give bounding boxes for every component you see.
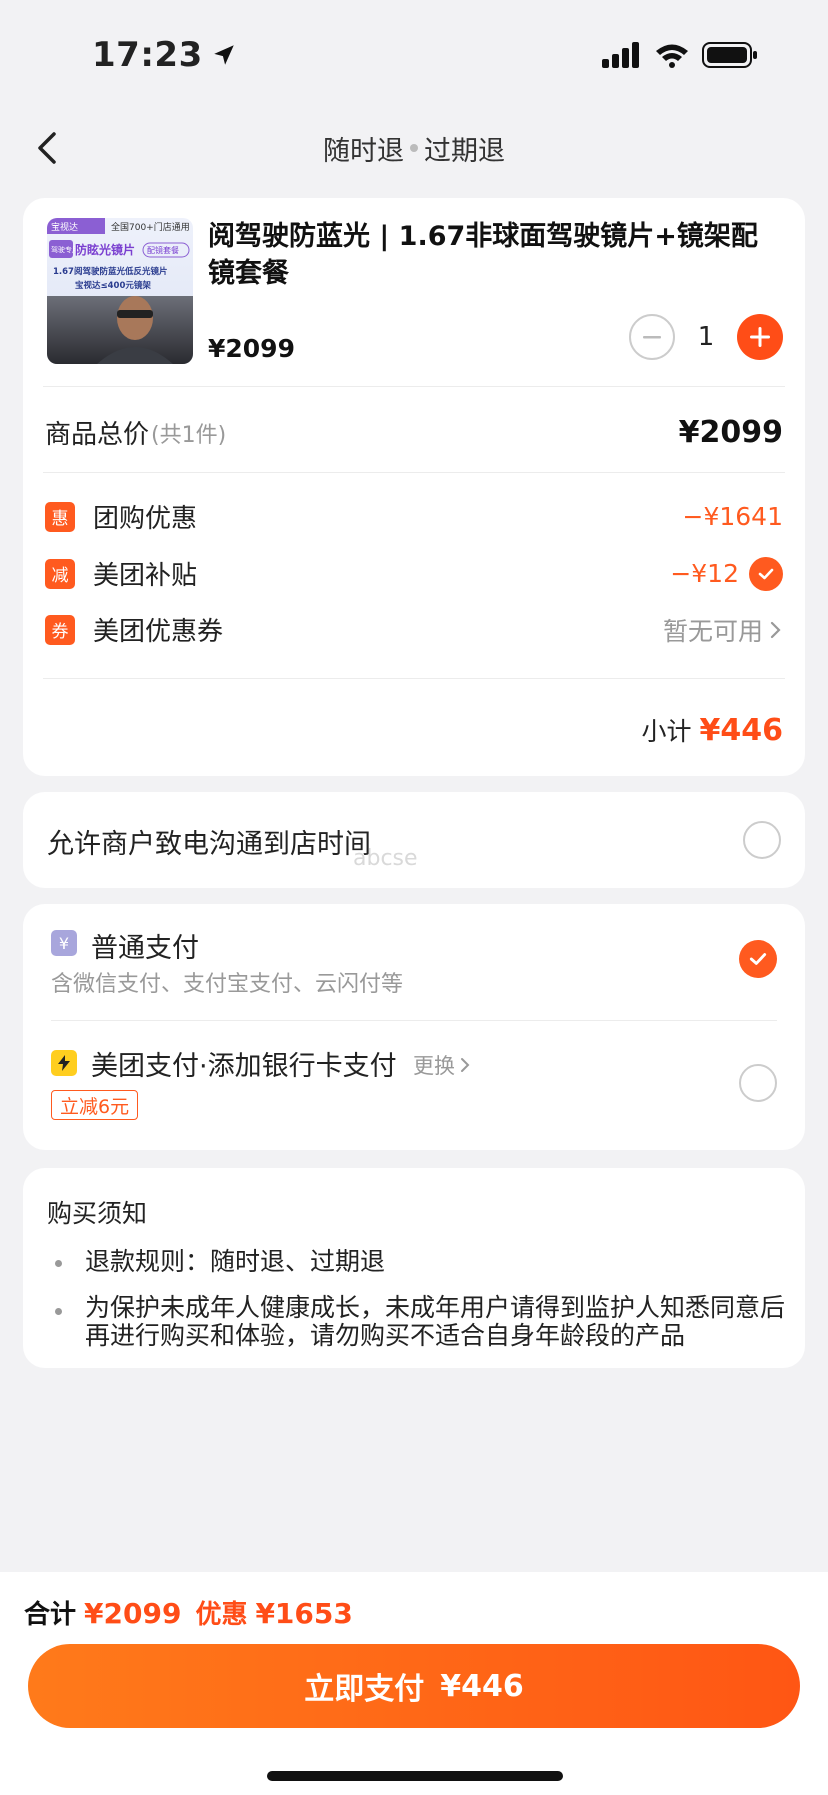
divider bbox=[43, 386, 785, 387]
wifi-icon bbox=[656, 44, 688, 68]
discount-row-subsidy[interactable]: 减 美团补贴 −¥12 bbox=[45, 555, 783, 592]
contact-permission-card[interactable]: 允许商户致电沟通到店时间 abcse bbox=[23, 792, 805, 888]
group-discount-label: 团购优惠 bbox=[93, 504, 198, 534]
summary-total-label: 合计 bbox=[24, 1600, 77, 1630]
purchase-notice-card: 购买须知 退款规则：随时退、过期退 为保护未成年人健康成长，未成年用户请得到监护… bbox=[23, 1168, 805, 1368]
meituan-pay-title[interactable]: 美团支付·添加银行卡支付 bbox=[91, 1044, 397, 1083]
back-icon[interactable] bbox=[28, 128, 68, 168]
contact-permission-radio[interactable] bbox=[743, 821, 781, 859]
summary-discount-label: 优惠 bbox=[195, 1600, 248, 1630]
notice-item: 退款规则：随时退、过期退 bbox=[85, 1247, 386, 1276]
subsidy-label: 美团补贴 bbox=[93, 561, 198, 591]
payment-method-card: ¥ 普通支付 含微信支付、支付宝支付、云闪付等 美团支付·添加银行卡支付 更换 … bbox=[23, 904, 805, 1150]
subsidy-checkbox[interactable] bbox=[749, 556, 783, 591]
chevron-right-icon bbox=[461, 1058, 470, 1072]
watermark: abcse bbox=[353, 846, 418, 871]
thumb-line1: 1.67阅驾驶防蓝光低反光镜片 bbox=[53, 266, 167, 277]
thumb-line2: 宝视达≤400元镜架 bbox=[75, 280, 151, 291]
pay-now-button[interactable]: 立即支付 ¥446 bbox=[28, 1644, 800, 1728]
title-refund-expired: 过期退 bbox=[424, 135, 505, 167]
lightning-icon bbox=[58, 1055, 70, 1071]
checkout-bar: 合计 ¥2099 优惠 ¥1653 立即支付 ¥446 bbox=[0, 1572, 828, 1795]
increase-button[interactable] bbox=[737, 314, 783, 360]
product-title[interactable]: 阅驾驶防蓝光 | 1.67非球面驾驶镜片+镜架配镜套餐 bbox=[208, 218, 768, 292]
subsidy-value: −¥12 bbox=[670, 559, 739, 588]
subtotal-value: ¥446 bbox=[699, 713, 784, 748]
signal-icon bbox=[602, 42, 639, 68]
coupon-label: 美团优惠券 bbox=[93, 617, 224, 647]
battery-icon bbox=[702, 42, 757, 68]
bullet-icon bbox=[55, 1260, 62, 1267]
subsidy-tag: 减 bbox=[45, 558, 75, 589]
check-icon bbox=[749, 953, 767, 965]
summary-discount-value: ¥1653 bbox=[255, 1597, 353, 1630]
coupon-value-text: 暂无可用 bbox=[662, 616, 763, 646]
meituan-pay-radio[interactable] bbox=[739, 1064, 777, 1102]
divider bbox=[43, 678, 785, 679]
pay-now-label: 立即支付 bbox=[304, 1672, 425, 1707]
discount-row-coupon[interactable]: 券 美团优惠券 暂无可用 bbox=[45, 611, 783, 648]
title-separator bbox=[410, 144, 418, 152]
status-time: 17:23 bbox=[92, 35, 237, 75]
decrease-button[interactable] bbox=[629, 314, 675, 360]
order-card: 宝视达 全国700+门店通用 驾驶专用 防眩光镜片 配镜套餐 1.67阅驾驶防蓝… bbox=[23, 198, 805, 776]
summary-total-value: ¥2099 bbox=[84, 1597, 182, 1630]
total-price-row: 商品总价 (共1件) ¥2099 bbox=[45, 414, 783, 451]
product-image: 宝视达 全国700+门店通用 驾驶专用 防眩光镜片 配镜套餐 1.67阅驾驶防蓝… bbox=[47, 218, 193, 364]
notice-title: 购买须知 bbox=[47, 1199, 148, 1228]
meituan-pay-icon bbox=[51, 1050, 77, 1076]
discount-row-group: 惠 团购优惠 −¥1641 bbox=[45, 498, 783, 535]
plus-icon bbox=[750, 327, 770, 347]
nav-bar: 随时退 过期退 bbox=[0, 118, 828, 178]
minus-icon bbox=[643, 336, 661, 339]
total-price-value: ¥2099 bbox=[678, 415, 783, 450]
contact-permission-label: 允许商户致电沟通到店时间 bbox=[47, 829, 371, 860]
quantity-value: 1 bbox=[697, 322, 715, 352]
pay-now-amount: ¥446 bbox=[440, 1668, 524, 1704]
coupon-tag: 券 bbox=[45, 614, 75, 645]
normal-pay-title[interactable]: 普通支付 bbox=[91, 926, 199, 965]
thumb-badge-right: 全国700+门店通用 bbox=[111, 221, 190, 233]
group-discount-value: −¥1641 bbox=[682, 502, 783, 531]
thumb-tag-c: 配镜套餐 bbox=[147, 245, 179, 255]
thumb-badge-left: 宝视达 bbox=[51, 221, 78, 233]
status-bar: 17:23 bbox=[0, 0, 828, 110]
coupon-value[interactable]: 暂无可用 bbox=[663, 612, 783, 648]
divider bbox=[51, 1020, 777, 1021]
divider bbox=[43, 472, 785, 473]
thumb-tag-b: 防眩光镜片 bbox=[75, 242, 135, 257]
quantity-stepper: 1 bbox=[629, 314, 783, 360]
chevron-right-icon bbox=[770, 621, 781, 638]
yuan-icon: ¥ bbox=[51, 930, 77, 956]
title-refund-anytime: 随时退 bbox=[323, 135, 404, 167]
change-label: 更换 bbox=[413, 1054, 455, 1078]
total-price-label: 商品总价 bbox=[45, 420, 150, 450]
order-summary: 合计 ¥2099 优惠 ¥1653 bbox=[24, 1594, 353, 1631]
bullet-icon bbox=[55, 1308, 62, 1315]
location-arrow-icon bbox=[213, 45, 234, 65]
notice-item: 为保护未成年人健康成长，未成年用户请得到监护人知悉同意后再进行购买和体验，请勿购… bbox=[85, 1293, 786, 1350]
status-icons bbox=[602, 41, 758, 69]
product-price: ¥2099 bbox=[208, 334, 295, 363]
total-count: (共1件) bbox=[151, 422, 227, 448]
home-indicator bbox=[267, 1771, 563, 1781]
change-payment-button[interactable]: 更换 bbox=[413, 1050, 471, 1080]
subtotal: 小计 ¥446 bbox=[641, 712, 783, 748]
time-text: 17:23 bbox=[92, 35, 203, 75]
product-thumbnail[interactable]: 宝视达 全国700+门店通用 驾驶专用 防眩光镜片 配镜套餐 1.67阅驾驶防蓝… bbox=[47, 218, 193, 364]
normal-pay-desc: 含微信支付、支付宝支付、云闪付等 bbox=[51, 972, 404, 997]
promo-badge: 立减6元 bbox=[51, 1090, 139, 1120]
page-title: 随时退 过期退 bbox=[323, 129, 505, 168]
check-icon bbox=[758, 568, 774, 579]
subtotal-label: 小计 bbox=[641, 717, 692, 746]
normal-pay-radio-selected[interactable] bbox=[739, 940, 777, 978]
group-discount-tag: 惠 bbox=[45, 501, 75, 532]
